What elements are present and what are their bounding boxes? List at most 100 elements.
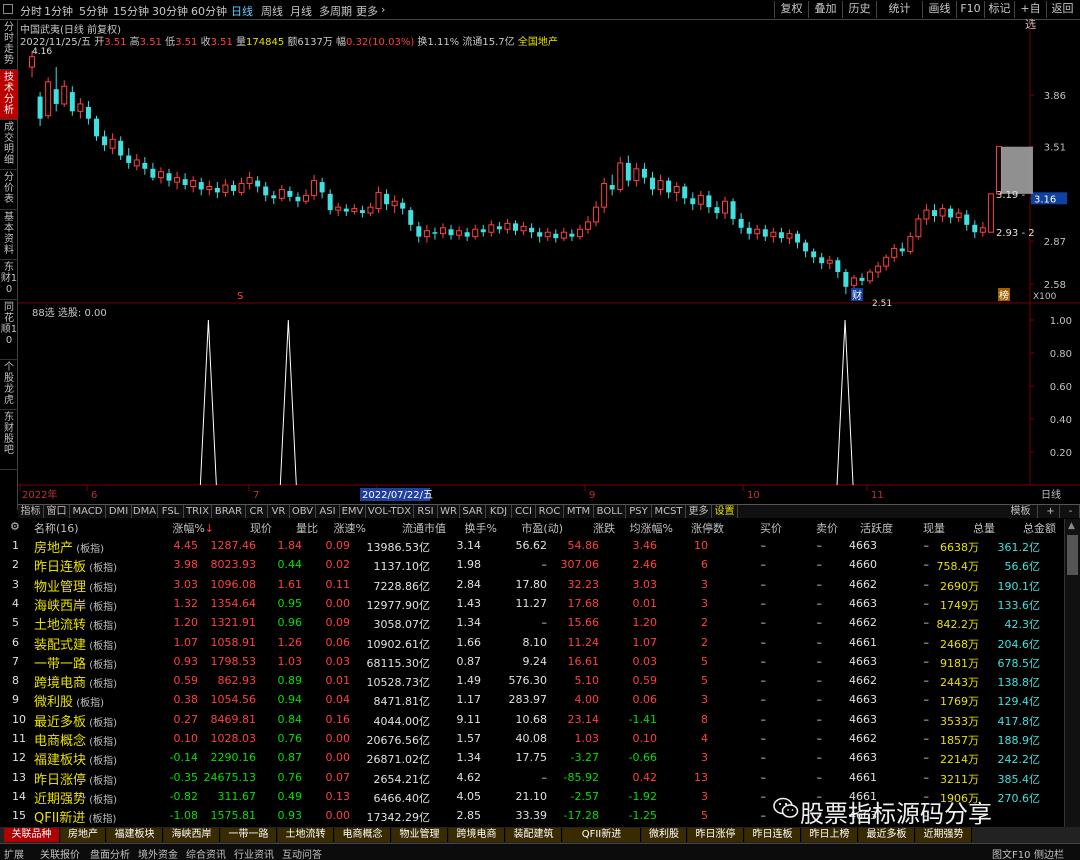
sub-indicator-name[interactable]: 88选 (32, 308, 55, 319)
column-header[interactable]: 涨速% (334, 520, 366, 536)
period-30min[interactable]: 30分钟 (152, 3, 188, 19)
period-daily[interactable]: 日线 (231, 3, 253, 19)
tab-basic-info[interactable]: 基本资料 (0, 210, 18, 260)
indicator-tab[interactable]: OBV (290, 505, 316, 518)
template-button[interactable]: 模板 (1004, 505, 1038, 518)
column-header[interactable]: 涨跌 (593, 520, 615, 536)
column-header[interactable]: 卖价 (816, 520, 838, 536)
tab-price-table[interactable]: 分价表 (0, 170, 18, 210)
column-header[interactable]: 活跃度 (860, 520, 893, 536)
f10-button[interactable]: F10 (956, 1, 984, 18)
column-header[interactable]: 换手% (465, 520, 497, 536)
indicator-tab[interactable]: MACD (70, 505, 106, 518)
table-row[interactable]: 8 跨境电商 (板指) 0.59 862.93 0.89 0.01 10528.73亿 1.4… (0, 672, 1064, 691)
column-header[interactable]: 现量 (923, 520, 945, 536)
fuquan-button[interactable]: 复权 (774, 1, 808, 18)
indicator-tab[interactable]: WR (438, 505, 460, 518)
sheet-tab[interactable]: 最近多板 (859, 828, 915, 842)
sheet-tab[interactable]: 福建板块 (107, 828, 163, 842)
back-button[interactable]: 返回 (1046, 1, 1078, 18)
table-settings-icon[interactable]: ⚙ (10, 520, 20, 533)
table-scrollbar[interactable]: ▲ (1064, 519, 1080, 827)
indicator-tab[interactable]: CR (246, 505, 268, 518)
table-row[interactable]: 10 最近多板 (板指) 0.27 8469.81 0.84 0.16 4044.00亿 9.… (0, 711, 1064, 730)
column-header[interactable]: 总量 (973, 520, 995, 536)
column-header[interactable]: 流通市值 (402, 520, 446, 536)
draw-line-button[interactable]: 画线 (922, 1, 956, 18)
sheet-tab[interactable]: 昨日连板 (745, 828, 801, 842)
table-row[interactable]: 7 一带一路 (板指) 0.93 1798.53 1.03 0.03 68115.30亿 0.… (0, 653, 1064, 672)
sheet-tab[interactable]: 一带一路 (221, 828, 277, 842)
period-5min[interactable]: 5分钟 (79, 3, 108, 19)
indicator-tab[interactable]: SAR (460, 505, 486, 518)
status-link[interactable]: 盘面分析 (90, 846, 130, 860)
chevron-right-icon[interactable]: › (381, 3, 385, 16)
status-link[interactable]: 关联报价 (40, 846, 80, 860)
sheet-tab[interactable]: 关联品种 (4, 828, 60, 842)
indicator-tab[interactable]: KDJ (486, 505, 512, 518)
indicator-tab[interactable]: ASI (316, 505, 340, 518)
column-header[interactable]: 涨停数 (691, 520, 724, 536)
indicator-tab[interactable]: DMI (106, 505, 132, 518)
period-fenshi[interactable]: 分时 (20, 3, 42, 19)
period-60min[interactable]: 60分钟 (191, 3, 227, 19)
sheet-tab[interactable]: 昨日涨停 (688, 828, 744, 842)
column-header[interactable]: 买价 (760, 520, 782, 536)
table-row[interactable]: 5 土地流转 (板指) 1.20 1321.91 0.96 0.09 3058.07亿 1.3… (0, 614, 1064, 633)
remove-indicator-button[interactable]: - (1062, 505, 1080, 518)
indicator-tab[interactable]: 更多 (686, 505, 712, 518)
status-link[interactable]: 境外资金 (138, 846, 178, 860)
indicator-tab[interactable]: DMA (132, 505, 158, 518)
indicator-tab[interactable]: EMV (340, 505, 366, 518)
indicator-tab[interactable]: VOL-TDX (366, 505, 414, 518)
indicator-tab[interactable]: BRAR (212, 505, 246, 518)
table-row[interactable]: 4 海峡西岸 (板指) 1.32 1354.64 0.95 0.00 12977.90亿 1.… (0, 595, 1064, 614)
period-multi[interactable]: 多周期 (319, 3, 352, 19)
column-header[interactable]: 均涨幅% (630, 520, 673, 536)
tab-fenshi-trend[interactable]: 分时走势 (0, 20, 18, 70)
indicator-tab[interactable]: MTM (564, 505, 594, 518)
sheet-tab[interactable]: 装配建筑 (506, 828, 562, 842)
sheet-tab[interactable]: 微利股 (642, 828, 687, 842)
column-header[interactable]: 名称(16) (34, 520, 79, 536)
indicator-tab[interactable]: FSL (158, 505, 184, 518)
indicator-tab[interactable]: 设置 (712, 505, 738, 518)
sheet-tab[interactable]: 电商概念 (335, 828, 391, 842)
column-header[interactable]: 涨幅%↓ (172, 520, 214, 536)
column-header[interactable]: 量比 (296, 520, 318, 536)
indicator-tab[interactable]: ROC (536, 505, 564, 518)
scrollbar-thumb[interactable] (1067, 535, 1078, 575)
indicator-tab[interactable]: MCST (652, 505, 686, 518)
stats-button[interactable]: 统计 (876, 1, 922, 18)
sheet-tab[interactable]: 房地产 (61, 828, 106, 842)
period-15min[interactable]: 15分钟 (113, 3, 149, 19)
table-row[interactable]: 11 电商概念 (板指) 0.10 1028.03 0.76 0.00 20676.56亿 1… (0, 730, 1064, 749)
status-link[interactable]: 互动问答 (282, 846, 322, 860)
indicator-tab[interactable]: PSY (626, 505, 652, 518)
sheet-tab[interactable]: 近期强势 (916, 828, 972, 842)
status-link[interactable]: 综合资讯 (186, 846, 226, 860)
sidebar-toggle-button[interactable]: 侧边栏 (1034, 846, 1064, 860)
tab-dongcai10[interactable]: 东财10 (0, 260, 18, 300)
table-row[interactable]: 3 物业管理 (板指) 3.03 1096.08 1.61 0.11 7228.86亿 2.8… (0, 576, 1064, 595)
table-row[interactable]: 6 装配式建 (板指) 1.07 1058.91 1.26 0.06 10902.61亿 1.… (0, 634, 1064, 653)
tab-trade-detail[interactable]: 成交明细 (0, 120, 18, 170)
table-row[interactable]: 2 昨日连板 (板指) 3.98 8023.93 0.44 0.02 1137.10亿 1.9… (0, 556, 1064, 575)
column-header[interactable]: 总金额 (1023, 520, 1056, 536)
period-weekly[interactable]: 周线 (261, 3, 283, 19)
indicator-tab[interactable]: RSI (414, 505, 438, 518)
f10-graphic-button[interactable]: 图文F10 (992, 846, 1030, 860)
table-row[interactable]: 1 房地产 (板指) 4.45 1287.46 1.84 0.09 13986.53亿 3.1… (0, 537, 1064, 556)
sheet-tab[interactable]: 昨日上榜 (802, 828, 858, 842)
scroll-up-icon[interactable]: ▲ (1068, 521, 1075, 531)
kline-chart[interactable]: 3.86 3.51 2.87 2.58 3.16 4.16 2.51 3.19 - 2.93 -… (18, 20, 1080, 505)
overlay-button[interactable]: 叠加 (808, 1, 842, 18)
add-indicator-button[interactable]: + (1042, 505, 1060, 518)
window-menu-icon[interactable] (3, 4, 13, 14)
indicator-tab[interactable]: 指标 (18, 505, 44, 518)
tab-dongcai-forum[interactable]: 东财股吧 (0, 410, 18, 470)
table-row[interactable]: 9 微利股 (板指) 0.38 1054.56 0.94 0.04 8471.81亿 1.17… (0, 691, 1064, 710)
table-row[interactable]: 12 福建板块 (板指) -0.14 2290.16 0.87 0.00 26871.02亿… (0, 749, 1064, 768)
column-header[interactable]: 市盈(动) (521, 520, 563, 536)
add-watchlist-button[interactable]: +自选 (1014, 1, 1046, 31)
